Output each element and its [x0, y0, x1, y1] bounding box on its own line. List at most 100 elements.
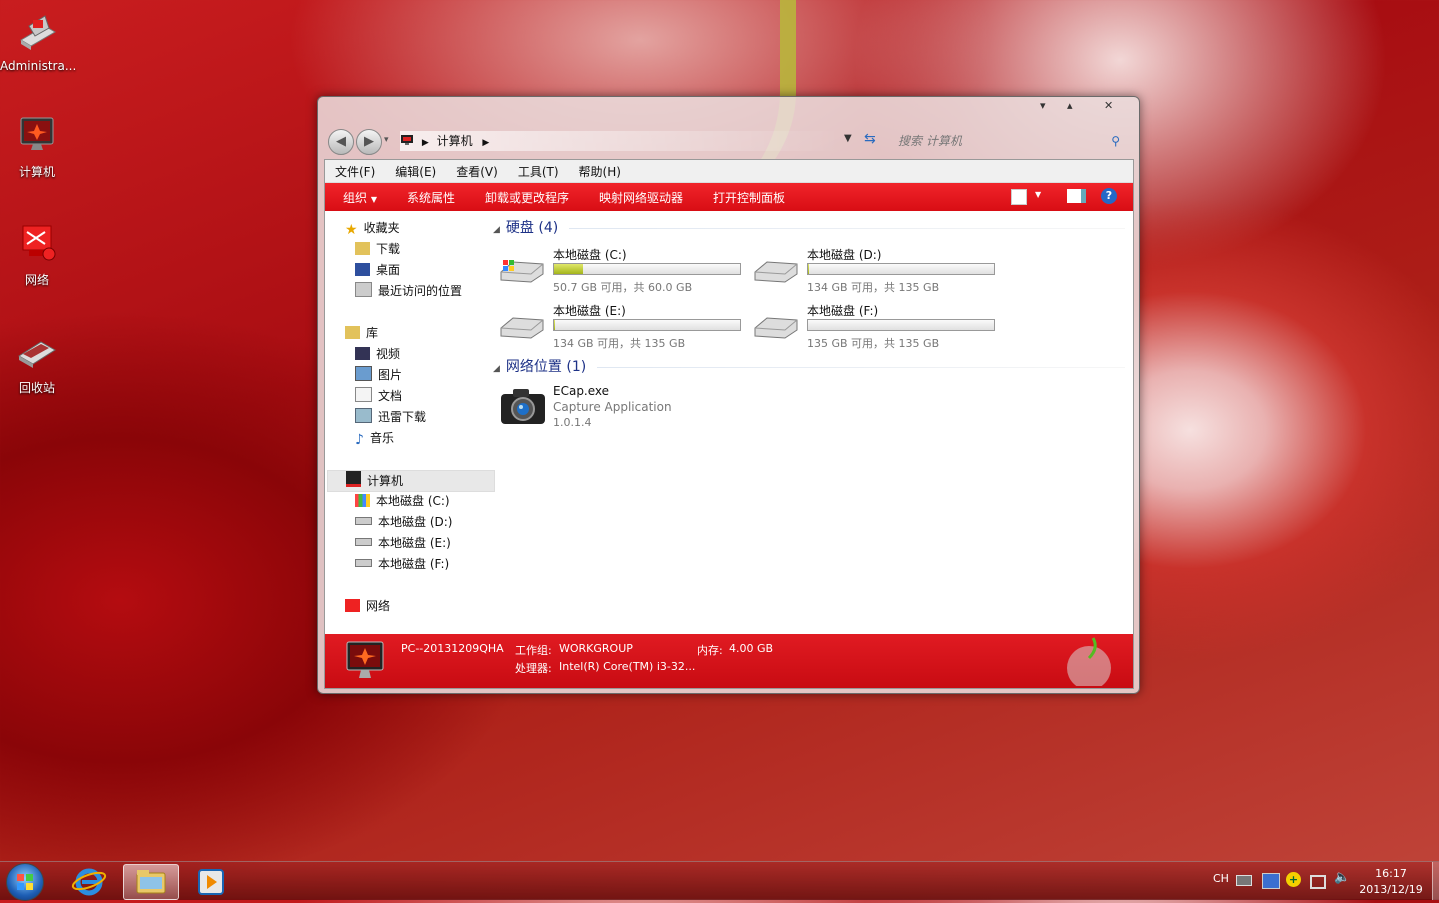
- drive-icon: [754, 317, 798, 339]
- drive-usage-bar: [553, 263, 741, 275]
- display-icon[interactable]: [1310, 875, 1326, 889]
- taskbar-explorer-active[interactable]: [123, 864, 179, 900]
- nav-item-thunder-downloads[interactable]: 迅雷下载: [355, 407, 426, 427]
- nav-item-downloads[interactable]: 下载: [355, 239, 400, 259]
- network-item-name: ECap.exe: [553, 384, 610, 398]
- drive-tile-c[interactable]: 本地磁盘 (C:) 50.7 GB 可用，共 60.0 GB: [499, 246, 749, 296]
- group-header-network[interactable]: ◢ 网络位置 (1): [493, 357, 586, 377]
- drive-tile-e[interactable]: 本地磁盘 (E:) 134 GB 可用，共 135 GB: [499, 302, 749, 352]
- drive-icon: [500, 317, 544, 339]
- cherry-decoration-icon: [1067, 637, 1111, 686]
- breadcrumb-separator-icon[interactable]: ▶: [482, 138, 489, 148]
- nav-favorites[interactable]: ★ 收藏夹: [345, 218, 400, 238]
- group-divider: [569, 228, 1125, 229]
- drive-size-text: 135 GB 可用，共 135 GB: [807, 337, 940, 350]
- computer-icon: [346, 641, 384, 678]
- desktop-icon-recycle-bin[interactable]: 回收站: [0, 332, 74, 396]
- taskbar-internet-explorer[interactable]: [62, 864, 116, 898]
- group-header-drives[interactable]: ◢ 硬盘 (4): [493, 218, 558, 238]
- menu-view[interactable]: 查看(V): [446, 163, 508, 180]
- star-icon: ★: [345, 222, 358, 238]
- menu-file[interactable]: 文件(F): [325, 163, 385, 180]
- network-item-ecap[interactable]: ECap.exe Capture Application 1.0.1.4: [499, 384, 759, 432]
- search-input[interactable]: 搜索 计算机: [898, 134, 962, 148]
- menu-tools[interactable]: 工具(T): [508, 163, 569, 180]
- help-icon[interactable]: ?: [1101, 188, 1117, 204]
- desktop-icon-user[interactable]: Administra...: [0, 12, 77, 73]
- breadcrumb-item-computer[interactable]: 计算机: [437, 134, 473, 148]
- security-shield-icon[interactable]: +: [1286, 872, 1301, 887]
- nav-item-music[interactable]: ♪ 音乐: [355, 428, 394, 448]
- nav-computer[interactable]: 计算机: [327, 470, 495, 492]
- refresh-icon[interactable]: ⇆: [864, 131, 876, 147]
- desktop-icon-label: Administra...: [0, 59, 77, 73]
- workgroup-value: WORKGROUP: [559, 642, 633, 655]
- nav-item-documents[interactable]: 文档: [355, 386, 402, 406]
- map-network-drive-button[interactable]: 映射网络驱动器: [584, 189, 698, 206]
- system-drive-icon: [500, 260, 544, 283]
- system-properties-button[interactable]: 系统属性: [392, 189, 470, 206]
- taskbar-media-player[interactable]: [184, 864, 238, 898]
- taskbar: CH + 🔈 16:17 2013/12/19: [0, 861, 1439, 901]
- start-button[interactable]: [6, 863, 44, 901]
- nav-network[interactable]: 网络: [345, 596, 390, 616]
- nav-item-pictures[interactable]: 图片: [355, 365, 402, 385]
- explorer-body: 文件(F) 编辑(E) 查看(V) 工具(T) 帮助(H) 组织 ▼ 系统属性 …: [324, 159, 1134, 689]
- nav-item-drive-d[interactable]: 本地磁盘 (D:): [355, 512, 452, 532]
- network-status-icon[interactable]: [1262, 873, 1280, 889]
- drive-size-text: 134 GB 可用，共 135 GB: [553, 337, 686, 350]
- open-control-panel-button[interactable]: 打开控制面板: [698, 189, 800, 206]
- nav-item-desktop[interactable]: 桌面: [355, 260, 400, 280]
- clock-time: 16:17: [1375, 867, 1407, 880]
- computer-small-icon: [346, 471, 361, 487]
- workgroup-label: 工作组:: [515, 644, 552, 657]
- menu-bar: 文件(F) 编辑(E) 查看(V) 工具(T) 帮助(H): [325, 160, 1133, 183]
- clock[interactable]: 16:17 2013/12/19: [1356, 866, 1426, 898]
- desktop-icon: [355, 263, 370, 276]
- drive-usage-fill: [554, 264, 583, 274]
- drive-tile-f[interactable]: 本地磁盘 (F:) 135 GB 可用，共 135 GB: [753, 302, 1003, 352]
- desktop-icon-computer[interactable]: 计算机: [0, 116, 74, 180]
- nav-item-videos[interactable]: 视频: [355, 344, 400, 364]
- drive-name: 本地磁盘 (F:): [807, 304, 879, 318]
- nav-libraries[interactable]: 库: [345, 323, 378, 343]
- preview-pane-icon[interactable]: [1067, 189, 1086, 203]
- close-button[interactable]: ✕: [1104, 99, 1113, 115]
- nav-item-drive-e[interactable]: 本地磁盘 (E:): [355, 533, 451, 553]
- address-dropdown-icon[interactable]: ▼: [844, 133, 852, 144]
- cpu-value: Intel(R) Core(TM) i3-32...: [559, 660, 696, 673]
- desktop-icon-network[interactable]: 网络: [0, 224, 74, 288]
- menu-edit[interactable]: 编辑(E): [385, 163, 446, 180]
- nav-item-drive-c[interactable]: 本地磁盘 (C:): [355, 491, 450, 511]
- view-options-icon[interactable]: [1011, 189, 1027, 205]
- language-indicator[interactable]: CH: [1213, 872, 1229, 885]
- nav-item-drive-f[interactable]: 本地磁盘 (F:): [355, 554, 449, 574]
- nav-item-recent-places[interactable]: 最近访问的位置: [355, 281, 462, 301]
- search-box[interactable]: 搜索 计算机 ⚲: [898, 129, 1126, 153]
- desktop-icon-label: 回收站: [18, 381, 55, 395]
- libraries-icon: [345, 326, 360, 339]
- back-button[interactable]: ◀: [328, 129, 354, 155]
- show-desktop-button[interactable]: [1432, 862, 1439, 900]
- drive-tile-d[interactable]: 本地磁盘 (D:) 134 GB 可用，共 135 GB: [753, 246, 1003, 296]
- drive-size-text: 134 GB 可用，共 135 GB: [807, 281, 940, 294]
- keyboard-icon[interactable]: [1236, 875, 1252, 886]
- search-icon[interactable]: ⚲: [1111, 129, 1120, 153]
- address-bar-row: ◀ ▶ ▾ ▶ 计算机 ▶ ▼ ⇆ 搜索 计算机 ⚲: [324, 125, 1134, 155]
- view-dropdown-icon[interactable]: ▼: [1035, 190, 1041, 199]
- network-item-description: Capture Application: [553, 400, 672, 414]
- recent-places-icon: [355, 282, 372, 297]
- breadcrumb[interactable]: ▶ 计算机 ▶: [400, 131, 840, 151]
- volume-icon[interactable]: 🔈: [1334, 870, 1350, 885]
- minimize-button[interactable]: ▾: [1040, 99, 1046, 115]
- organize-button[interactable]: 组织 ▼: [325, 189, 392, 206]
- uninstall-program-button[interactable]: 卸载或更改程序: [470, 189, 584, 206]
- organize-label: 组织: [343, 190, 368, 205]
- recent-pages-dropdown-icon[interactable]: ▾: [384, 135, 389, 145]
- forward-button[interactable]: ▶: [356, 129, 382, 155]
- clock-date: 2013/12/19: [1359, 883, 1423, 896]
- maximize-button[interactable]: ▴: [1067, 99, 1073, 115]
- menu-help[interactable]: 帮助(H): [569, 163, 631, 180]
- collapse-icon: ◢: [493, 225, 500, 235]
- network-small-icon: [345, 599, 360, 612]
